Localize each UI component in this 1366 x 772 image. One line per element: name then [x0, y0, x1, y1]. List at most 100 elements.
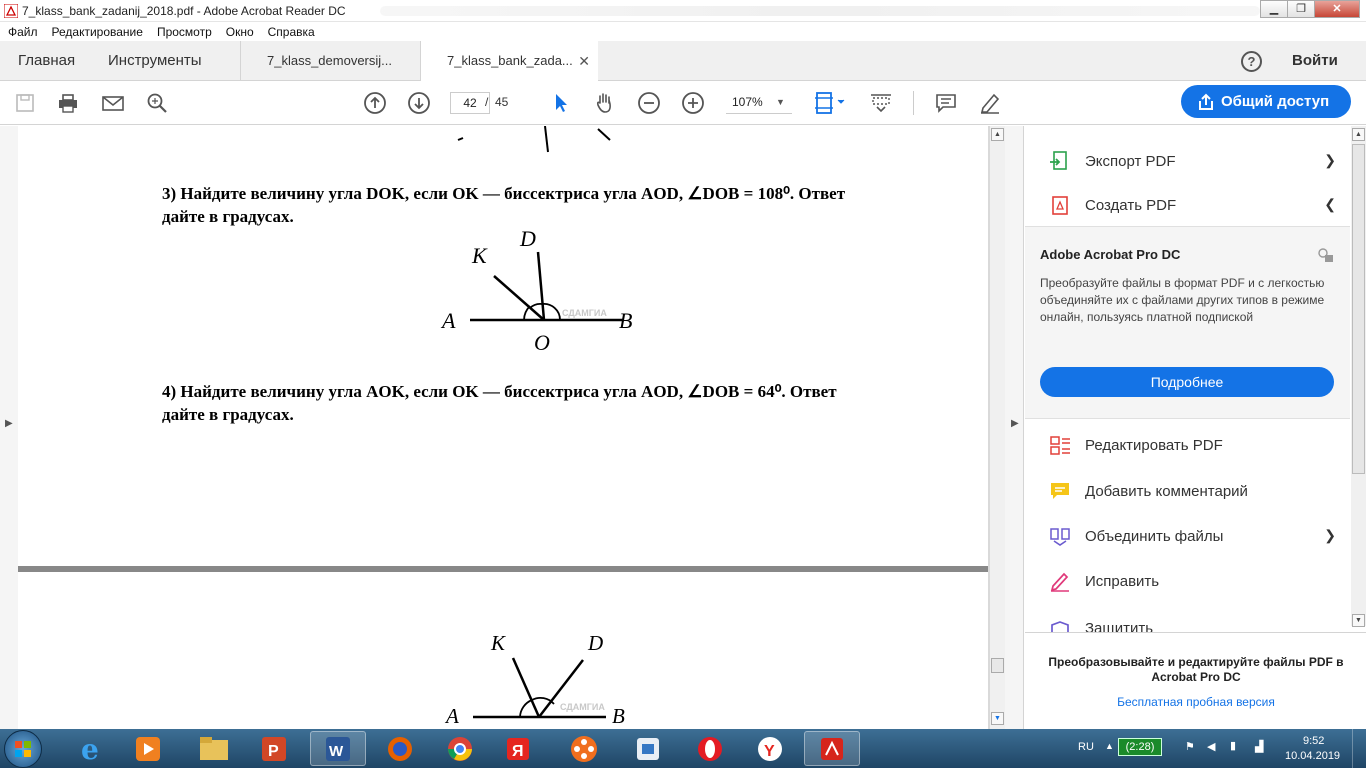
flag-icon[interactable]: ⚑	[1185, 740, 1195, 753]
hand-tool-icon[interactable]	[592, 90, 618, 116]
chrome-icon[interactable]	[432, 731, 488, 766]
sign-in-link[interactable]: Войти	[1292, 52, 1338, 69]
scroll-up-button[interactable]: ▲	[991, 128, 1004, 141]
word-icon[interactable]: W	[310, 731, 366, 766]
clock-time[interactable]: 9:52	[1303, 735, 1324, 747]
free-trial-link[interactable]: Бесплатная пробная версия	[1040, 695, 1352, 709]
zoom-out-icon[interactable]	[636, 90, 662, 116]
save-icon[interactable]	[12, 90, 38, 116]
next-page-icon[interactable]	[406, 90, 432, 116]
acrobat-app-icon	[4, 4, 18, 18]
point-label-a: A	[442, 308, 456, 333]
scroll-mode-icon[interactable]	[868, 90, 894, 116]
combine-files-icon	[1050, 528, 1070, 546]
app-store-icon[interactable]	[620, 731, 676, 766]
angle-figure-2	[473, 657, 606, 719]
pane-scroll-down-button[interactable]: ▼	[1352, 614, 1365, 627]
battery-icon[interactable]: ▮	[1230, 739, 1236, 752]
add-comment-item[interactable]: Добавить комментарий	[1025, 471, 1350, 511]
protect-item[interactable]: Защитить	[1025, 606, 1350, 632]
explorer-folder-icon[interactable]	[186, 731, 242, 766]
opera-icon[interactable]	[682, 731, 738, 766]
point-label-k: K	[472, 243, 487, 268]
learn-more-button[interactable]: Подробнее	[1040, 367, 1334, 397]
acrobat-taskbar-icon[interactable]	[804, 731, 860, 766]
battery-timer-badge[interactable]: (2:28)	[1118, 738, 1162, 756]
question-4-line-2: дайте в градусах.	[162, 405, 294, 424]
shield-icon	[1051, 621, 1069, 632]
comment-icon[interactable]	[933, 90, 959, 116]
document-scrollbar[interactable]: ▲ ▼	[990, 126, 1005, 729]
yandex-browser-icon[interactable]: Y	[742, 731, 798, 766]
media-player-icon[interactable]	[120, 731, 176, 766]
page-fit-icon[interactable]	[812, 90, 848, 116]
title-bar: 7_klass_bank_zadanij_2018.pdf - Adobe Ac…	[0, 0, 1366, 22]
create-pdf-label: Создать PDF	[1085, 196, 1177, 214]
scroll-thumb[interactable]	[991, 658, 1004, 673]
page-number-input[interactable]: 42	[450, 92, 490, 114]
tab-close-icon[interactable]: ✕	[578, 41, 590, 81]
powerpoint-icon[interactable]: P	[246, 731, 302, 766]
scroll-down-button[interactable]: ▼	[991, 712, 1004, 725]
share-button[interactable]: Общий доступ	[1181, 85, 1351, 118]
combine-files-item[interactable]: Объединить файлы ❯	[1025, 516, 1350, 556]
firefox-icon[interactable]	[372, 731, 428, 766]
share-icon	[1199, 93, 1213, 110]
menu-view[interactable]: Просмотр	[157, 25, 212, 39]
menu-file[interactable]: Файл	[8, 25, 38, 39]
toolbar-divider	[913, 91, 914, 115]
fill-sign-item[interactable]: Исправить	[1025, 561, 1350, 601]
tab-bar: Главная Инструменты 7_klass_demoversij..…	[0, 41, 1366, 82]
promo-text: Преобразуйте файлы в формат PDF и с легк…	[1040, 276, 1325, 324]
internet-explorer-icon[interactable]: e	[64, 731, 120, 766]
tab-document-bank[interactable]: 7_klass_bank_zada... ✕	[420, 41, 598, 82]
tab-home[interactable]: Главная	[18, 41, 75, 81]
film-reel-icon[interactable]	[556, 731, 612, 766]
pane-scroll-thumb[interactable]	[1352, 144, 1365, 474]
show-desktop-button[interactable]	[1352, 729, 1366, 768]
right-pane-toggle-strip: ▶	[1005, 126, 1024, 729]
zoom-in-icon[interactable]	[680, 90, 706, 116]
document-viewport[interactable]: 3) Найдите величину угла DOK, если OK — …	[0, 126, 1024, 729]
menu-edit[interactable]: Редактирование	[52, 25, 143, 39]
svg-text:W: W	[329, 743, 344, 760]
point-label-a-2: A	[446, 704, 459, 728]
yandex-icon[interactable]: Я	[490, 731, 546, 766]
menu-help[interactable]: Справка	[268, 25, 315, 39]
point-label-d: D	[520, 226, 536, 251]
minimize-button[interactable]: ▁	[1260, 0, 1288, 18]
collapse-right-pane-icon[interactable]: ▶	[1011, 418, 1019, 429]
comment-tool-icon	[1051, 483, 1069, 499]
zoom-select[interactable]: 107% ▼	[726, 92, 792, 114]
tray-chevron-icon[interactable]: ▲	[1105, 741, 1114, 751]
restore-button[interactable]: ❐	[1287, 0, 1315, 18]
fill-sign-icon	[1050, 572, 1069, 592]
select-tool-icon[interactable]	[548, 90, 574, 116]
previous-page-icon[interactable]	[362, 90, 388, 116]
close-window-button[interactable]: ✕	[1314, 0, 1360, 18]
clock-date[interactable]: 10.04.2019	[1285, 750, 1340, 762]
pane-scroll-up-button[interactable]: ▲	[1352, 128, 1365, 141]
menu-bar: Файл Редактирование Просмотр Окно Справк…	[0, 22, 1366, 41]
edit-pdf-item[interactable]: Редактировать PDF	[1025, 425, 1350, 465]
tab-tools[interactable]: Инструменты	[108, 41, 202, 81]
edit-pdf-icon	[1050, 436, 1070, 455]
language-indicator[interactable]: RU	[1078, 741, 1094, 753]
tab-document-demo[interactable]: 7_klass_demoversij...	[240, 41, 420, 81]
expand-left-pane-icon[interactable]: ▶	[5, 418, 13, 429]
volume-icon[interactable]: ◀	[1207, 740, 1215, 753]
tools-pane-scrollbar[interactable]: ▲ ▼	[1351, 126, 1366, 627]
search-icon[interactable]	[144, 90, 170, 116]
export-pdf-item[interactable]: Экспорт PDF ❯	[1025, 141, 1350, 181]
export-pdf-label: Экспорт PDF	[1085, 152, 1176, 170]
tab-document-demo-label: 7_klass_demoversij...	[267, 53, 392, 68]
window-title: 7_klass_bank_zadanij_2018.pdf - Adobe Ac…	[22, 4, 346, 18]
create-pdf-item[interactable]: Создать PDF ❮	[1025, 185, 1350, 225]
help-icon[interactable]: ?	[1241, 51, 1262, 72]
email-icon[interactable]	[100, 90, 126, 116]
highlight-pen-icon[interactable]	[977, 90, 1003, 116]
print-icon[interactable]	[55, 90, 81, 116]
start-button[interactable]	[4, 730, 42, 768]
menu-window[interactable]: Окно	[226, 25, 254, 39]
network-icon[interactable]: ▟	[1255, 740, 1263, 753]
